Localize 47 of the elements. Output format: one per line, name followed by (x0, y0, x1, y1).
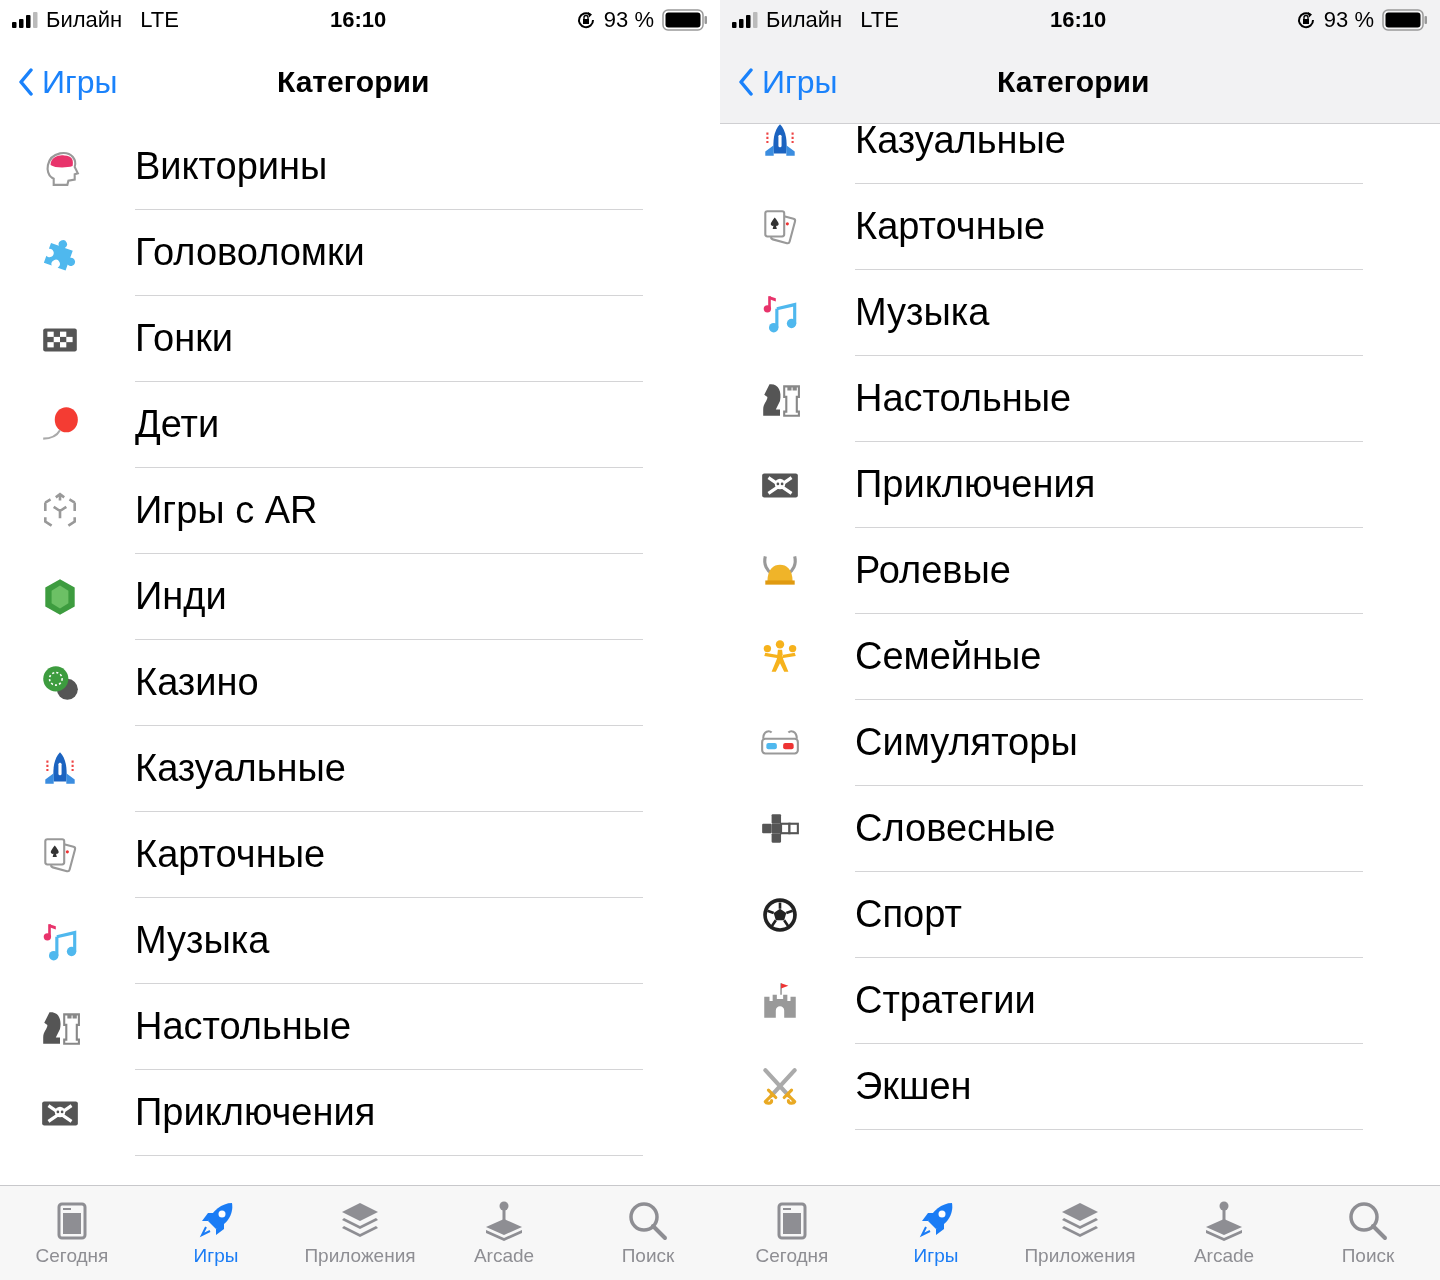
battery-icon (662, 9, 708, 31)
category-item[interactable]: Казино (0, 640, 720, 726)
page-title: Категории (997, 65, 1150, 99)
category-item[interactable]: Карточные (720, 184, 1440, 270)
battery-icon (1382, 9, 1428, 31)
carrier-name: Билайн (46, 7, 123, 33)
signal-icon (732, 12, 758, 28)
category-item[interactable]: Казуальные (0, 726, 720, 812)
category-item[interactable]: Казуальные (720, 124, 1440, 184)
category-item[interactable]: Ролевые (720, 528, 1440, 614)
category-item[interactable]: Викторины (0, 124, 720, 210)
back-button[interactable]: Игры (0, 63, 118, 101)
rotation-lock-icon (1295, 10, 1316, 30)
category-item[interactable]: Настольные (0, 984, 720, 1070)
category-item[interactable]: Музыка (720, 270, 1440, 356)
category-item[interactable]: Карточные (0, 812, 720, 898)
category-item[interactable]: Дети (0, 382, 720, 468)
battery-percent: 93 % (603, 7, 654, 33)
page-title: Категории (277, 65, 430, 99)
tab[interactable]: Игры (866, 1195, 1006, 1271)
category-item[interactable]: Инди (0, 554, 720, 640)
category-item[interactable]: Гонки (0, 296, 720, 382)
chevron-icon (18, 68, 34, 96)
search-icon (626, 1199, 670, 1243)
category-item[interactable]: Экшен (720, 1044, 1440, 1130)
category-item[interactable]: Словесные (720, 786, 1440, 872)
network-type: LTE (860, 7, 899, 33)
category-item[interactable]: Приключения (0, 1070, 720, 1156)
carrier-name: Билайн (766, 7, 843, 33)
category-item[interactable]: Семейные (720, 614, 1440, 700)
category-item[interactable]: Приключения (720, 442, 1440, 528)
tab[interactable]: Игры (146, 1195, 286, 1271)
category-item[interactable]: Музыка (0, 898, 720, 984)
chevron-icon (738, 68, 754, 96)
signal-icon (12, 12, 38, 28)
clock: 16:10 (330, 7, 387, 33)
search-icon (1346, 1199, 1390, 1243)
category-item[interactable]: Игры с AR (0, 468, 720, 554)
network-type: LTE (140, 7, 179, 33)
category-item[interactable]: Настольные (720, 356, 1440, 442)
battery-percent: 93 % (1323, 7, 1374, 33)
rotation-lock-icon (575, 10, 596, 30)
category-item[interactable]: Головоломки (0, 210, 720, 296)
category-item[interactable]: Симуляторы (720, 700, 1440, 786)
category-item[interactable]: Спорт (720, 872, 1440, 958)
category-item[interactable]: Стратегии (720, 958, 1440, 1044)
clock: 16:10 (1050, 7, 1107, 33)
